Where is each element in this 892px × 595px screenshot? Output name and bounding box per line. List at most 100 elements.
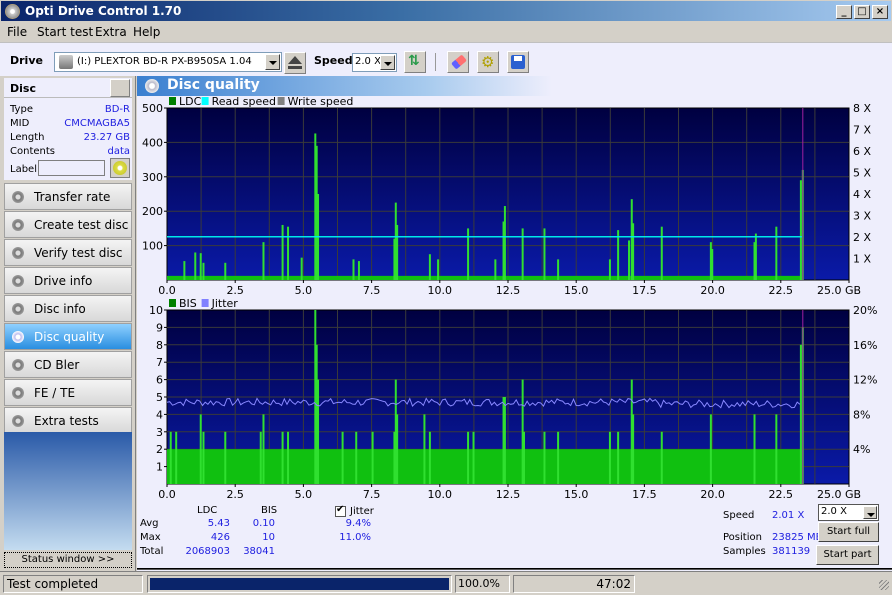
nav-label: CD Bler <box>34 358 80 372</box>
stats-bis-header: BIS <box>261 505 278 516</box>
data-bar <box>711 249 714 280</box>
data-bar <box>287 431 290 484</box>
menu-bar: File Start test Extra Help <box>0 22 892 42</box>
x-tick-label: 7.5 <box>363 488 381 501</box>
chevron-down-icon[interactable] <box>863 506 877 519</box>
refresh-button[interactable]: ⇅ <box>404 51 426 73</box>
y2-tick-label: 7 X <box>853 124 871 137</box>
y-tick-label: 1 <box>156 461 163 474</box>
nav-fe-te[interactable]: FE / TE <box>4 379 132 406</box>
y2-tick-label: 4 X <box>853 188 871 201</box>
disc-type-label: Type <box>10 104 33 115</box>
chevron-down-icon[interactable] <box>380 55 395 70</box>
nav-cd-bler[interactable]: CD Bler <box>4 351 132 378</box>
drive-select[interactable]: (I:) PLEXTOR BD-R PX-B950SA 1.04 <box>54 52 282 72</box>
disc-label-input[interactable] <box>38 160 105 176</box>
speed-select[interactable]: 2.0 X <box>352 53 397 72</box>
data-bar <box>660 431 663 484</box>
save-button[interactable] <box>507 51 529 73</box>
x-tick-label: 2.5 <box>226 284 244 297</box>
baseline-fill <box>167 449 802 484</box>
maximize-button[interactable]: □ <box>854 5 870 19</box>
x-tick-label: 12.5 <box>496 488 521 501</box>
nav-drive-info[interactable]: Drive info <box>4 267 132 294</box>
cd-icon <box>113 161 127 175</box>
create-test-disc-icon <box>12 219 24 231</box>
data-bar <box>467 431 470 484</box>
disc-contents-label: Contents <box>10 146 55 157</box>
stats-total-bis: 38041 <box>243 546 275 557</box>
data-bar <box>423 414 426 484</box>
menu-start-test[interactable]: Start test <box>37 25 93 39</box>
erase-button[interactable] <box>447 51 469 73</box>
nav-verify-test-disc[interactable]: Verify test disc <box>4 239 132 266</box>
left-panel: Disc Type BD-R MID CMCMAGBA5 Length 23.27 G… <box>0 76 136 571</box>
start-full-button[interactable]: Start full <box>818 522 879 542</box>
menu-help[interactable]: Help <box>133 25 160 39</box>
y-tick-label: 300 <box>142 171 163 184</box>
disc-type-row: Type BD-R <box>10 104 130 117</box>
eject-button[interactable] <box>284 52 306 74</box>
nav-label: Verify test disc <box>34 246 123 260</box>
y-tick-label: 200 <box>142 205 163 218</box>
nav-disc-info[interactable]: Disc info <box>4 295 132 322</box>
x-tick-label: 15.0 <box>564 284 589 297</box>
jitter-checkbox[interactable] <box>335 504 346 517</box>
x-tick-label: 25.0 GB <box>817 488 861 501</box>
settings-icon: ⚙ <box>481 53 495 71</box>
disc-panel-toggle[interactable] <box>110 79 130 97</box>
y2-tick-label: 3 X <box>853 210 871 223</box>
stats-ldc-header: LDC <box>197 505 218 516</box>
refresh-icon: ⇅ <box>408 53 420 69</box>
data-bar <box>355 431 358 484</box>
menu-file[interactable]: File <box>7 25 27 39</box>
samples-label: Samples <box>723 546 766 557</box>
y2-tick-label: 1 X <box>853 253 871 266</box>
data-bar <box>224 262 227 280</box>
nav-create-test-disc[interactable]: Create test disc <box>4 211 132 238</box>
data-bar <box>175 431 178 484</box>
nav-extra-tests[interactable]: Extra tests <box>4 407 132 434</box>
resize-grip[interactable] <box>879 580 889 590</box>
data-bar <box>281 224 284 280</box>
cd-bler-icon <box>12 359 24 371</box>
x-tick-label: 0.0 <box>158 488 176 501</box>
chevron-down-icon[interactable] <box>265 54 280 70</box>
data-bar <box>775 226 778 280</box>
data-bar <box>300 257 303 280</box>
nav-transfer-rate[interactable]: Transfer rate <box>4 183 132 210</box>
window-title: Opti Drive Control 1.70 <box>25 4 182 18</box>
disc-panel: Disc Type BD-R MID CMCMAGBA5 Length 23.27 G… <box>4 78 132 180</box>
menu-extra[interactable]: Extra <box>95 25 127 39</box>
y-tick-label: 10 <box>149 304 163 317</box>
stats-total-label: Total <box>140 546 164 557</box>
start-part-button[interactable]: Start part <box>816 545 879 565</box>
title-bar: Opti Drive Control 1.70 _ □ × <box>0 0 892 22</box>
y-tick-label: 9 <box>156 321 163 334</box>
disc-length-row: Length 23.27 GB <box>10 132 130 145</box>
minimize-button[interactable]: _ <box>836 5 852 19</box>
toolbar: Drive (I:) PLEXTOR BD-R PX-B950SA 1.04 S… <box>0 42 892 76</box>
x-tick-label: 17.5 <box>632 488 657 501</box>
progress-percent: 100.0% <box>455 575 510 593</box>
disc-label-button[interactable] <box>110 158 130 178</box>
data-bar <box>259 431 262 484</box>
x-tick-label: 17.5 <box>632 284 657 297</box>
status-window-button[interactable]: Status window >> <box>4 552 132 568</box>
nav-label: FE / TE <box>34 386 76 400</box>
elapsed-time: 47:02 <box>513 575 635 593</box>
stats-avg-ldc: 5.43 <box>207 518 230 529</box>
data-bar <box>341 431 344 484</box>
drive-label: Drive <box>10 54 43 67</box>
close-button[interactable]: × <box>872 5 888 19</box>
stats-max-jitter: 11.0% <box>339 532 371 543</box>
data-bar <box>503 397 506 484</box>
disc-header: Disc <box>4 78 132 98</box>
settings-button[interactable]: ⚙ <box>477 51 499 73</box>
data-bar <box>617 230 620 280</box>
panel-header: Disc quality <box>137 76 552 96</box>
nav-label: Drive info <box>34 274 93 288</box>
test-speed-select[interactable]: 2.0 X <box>818 504 879 521</box>
data-bar <box>262 242 265 280</box>
nav-disc-quality[interactable]: Disc quality <box>4 323 132 350</box>
